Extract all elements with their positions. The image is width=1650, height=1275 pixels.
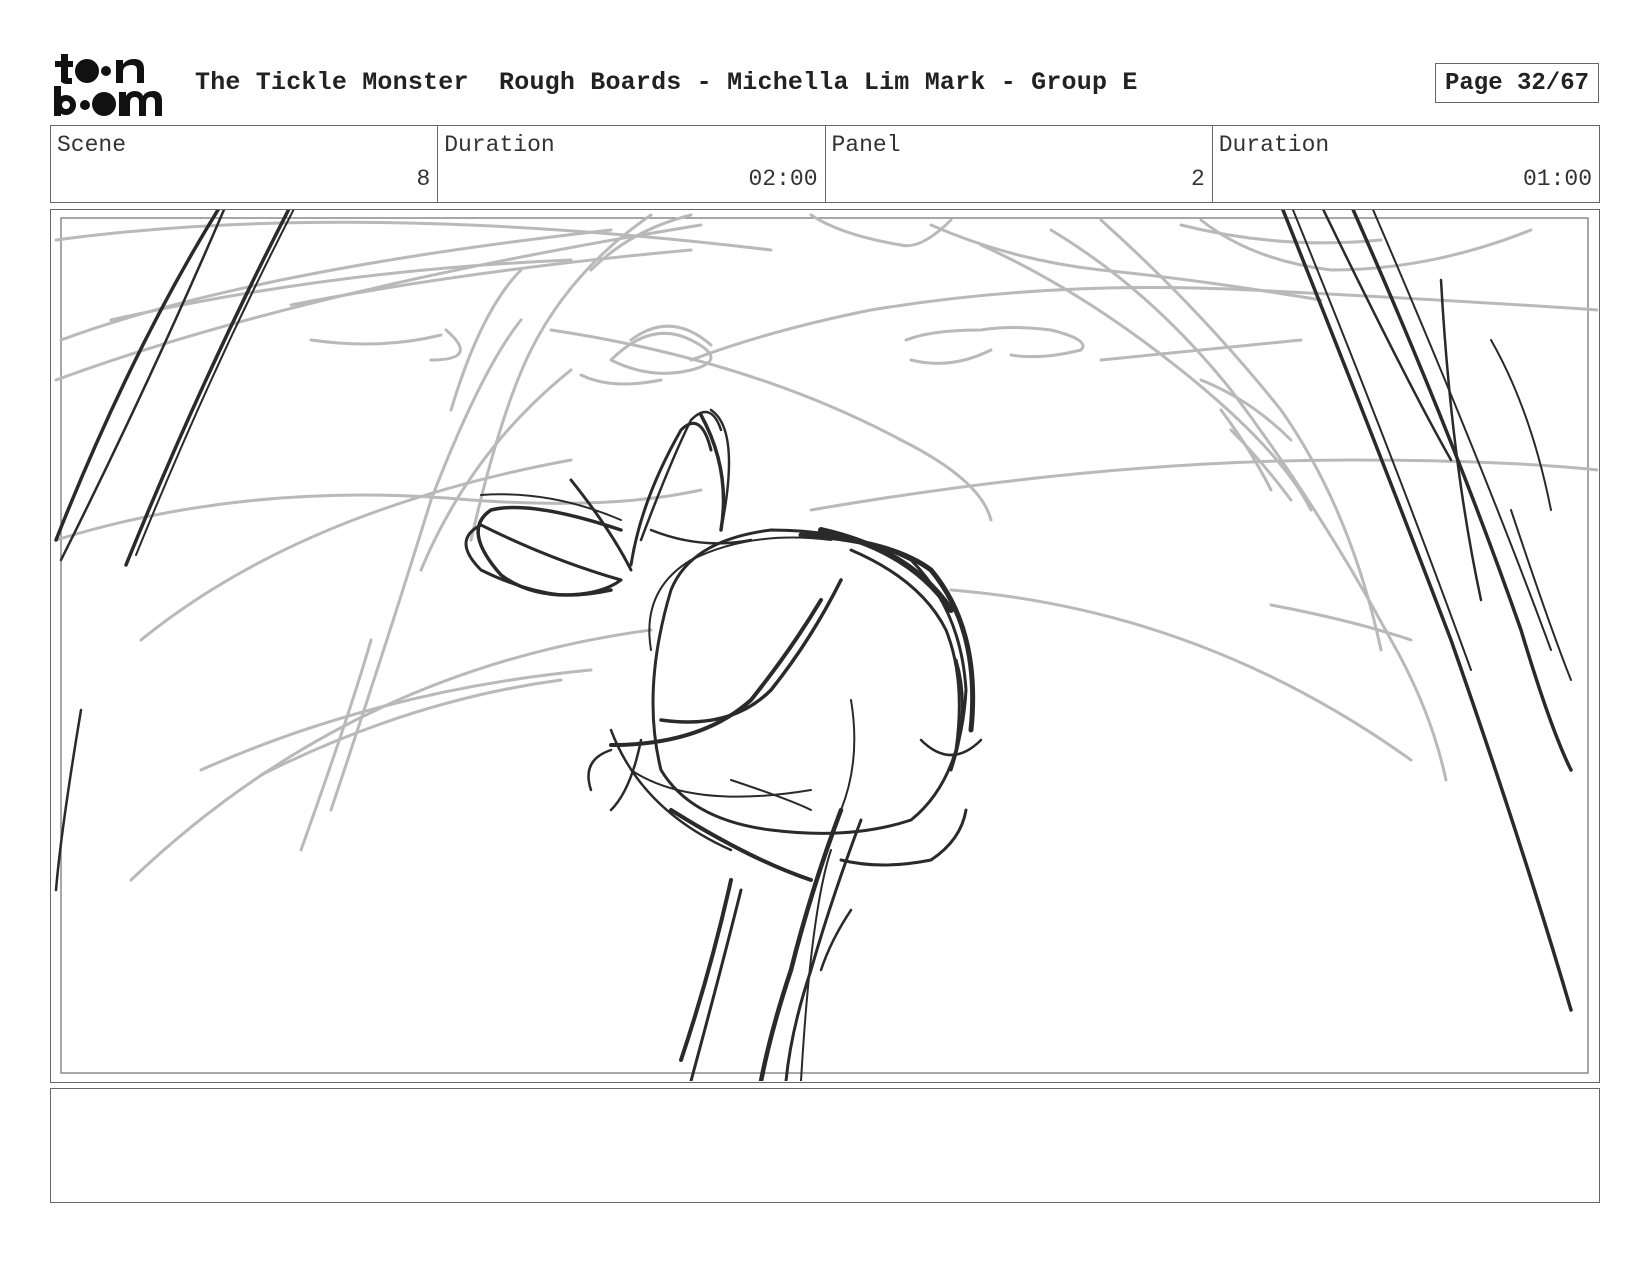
panel-duration-value: 01:00 <box>1522 166 1592 192</box>
scene-cell: Scene 8 <box>51 126 439 202</box>
panel-notes-box <box>50 1088 1600 1203</box>
scene-duration-cell: Duration 02:00 <box>438 126 826 202</box>
panel-info-table: Scene 8 Duration 02:00 Panel 2 Duration … <box>50 125 1600 203</box>
panel-cell: Panel 2 <box>826 126 1213 202</box>
scene-label: Scene <box>57 132 127 158</box>
panel-label: Panel <box>831 132 901 158</box>
panel-duration-label: Duration <box>1218 132 1330 158</box>
board-title: The Tickle Monster Rough Boards - Michel… <box>195 68 1138 97</box>
storyboard-panel <box>50 209 1600 1083</box>
safe-frame <box>60 217 1589 1074</box>
scene-value: 8 <box>416 166 431 192</box>
scene-duration-value: 02:00 <box>748 166 818 192</box>
scene-duration-label: Duration <box>444 132 555 158</box>
page-counter: Page 32/67 <box>1435 63 1599 103</box>
foreground-sketch-lines <box>54 210 1573 1081</box>
panel-sketch <box>54 210 1598 1081</box>
panel-duration-cell: Duration 01:00 <box>1213 126 1599 202</box>
background-sketch-lines <box>54 213 1598 882</box>
panel-value: 2 <box>1190 166 1205 192</box>
toon-boom-logo <box>52 52 170 118</box>
